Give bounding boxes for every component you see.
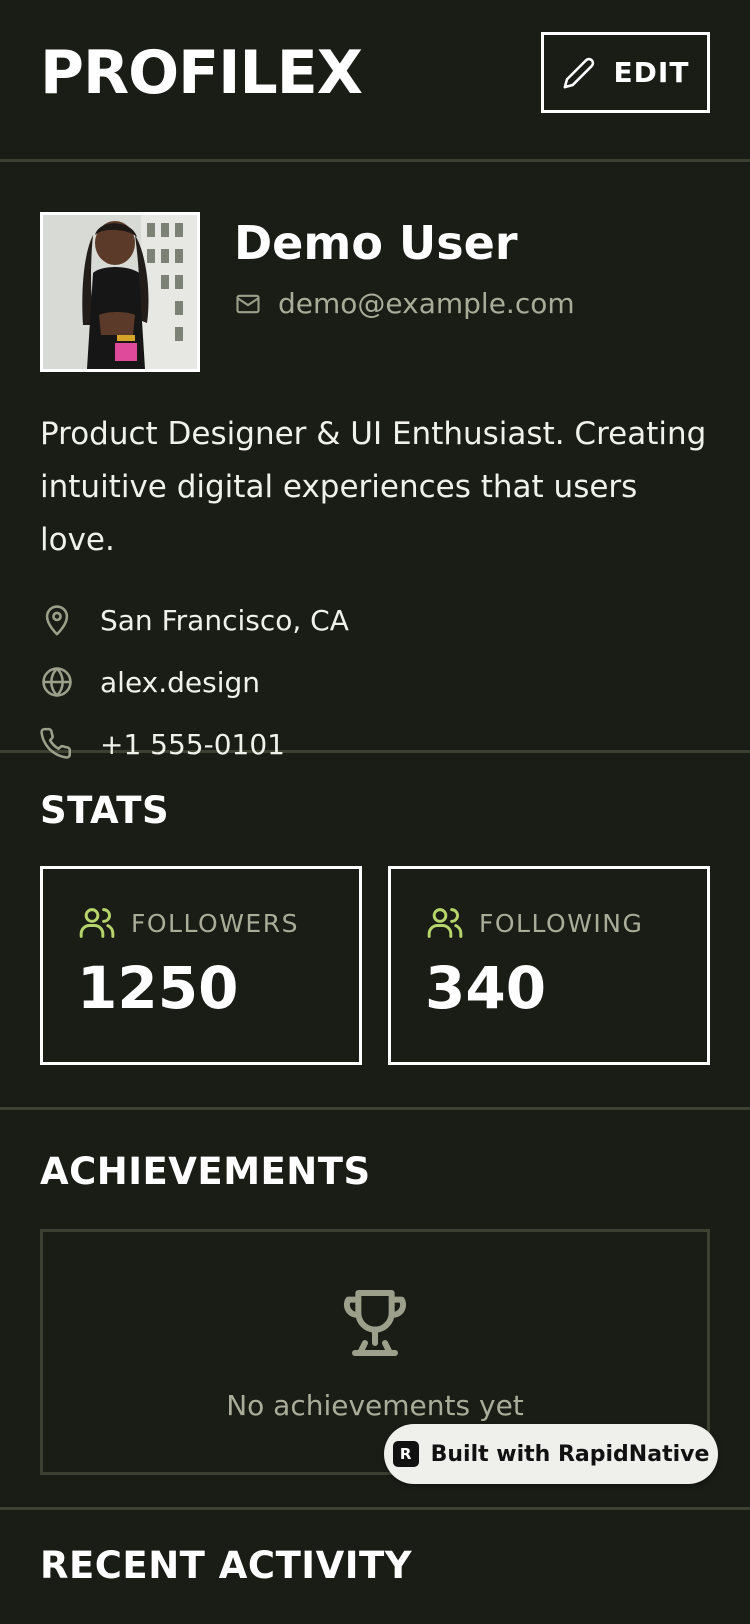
map-pin-icon: [45, 605, 69, 636]
edit-button-label: EDIT: [613, 56, 690, 89]
stats-title: STATS: [40, 789, 170, 832]
avatar-photo: [43, 215, 197, 369]
pencil-icon: [563, 57, 594, 88]
users-icon: [427, 908, 463, 938]
built-with-badge[interactable]: R Built with RapidNative: [384, 1424, 718, 1484]
stat-cards: FOLLOWERS 1250 FOLLOWING 340: [40, 866, 710, 1065]
following-card[interactable]: FOLLOWING 340: [388, 866, 710, 1065]
stats-section: STATS FOLLOWERS 1250 FOLLOWING 340: [0, 753, 750, 1110]
app-header: PROFILEX EDIT: [0, 0, 750, 162]
recent-activity-title: RECENT ACTIVITY: [40, 1544, 413, 1587]
identity: Demo User demo@example.com: [234, 212, 575, 372]
recent-activity-section: RECENT ACTIVITY: [0, 1510, 750, 1587]
email-row: demo@example.com: [234, 287, 575, 320]
profile-identity-block: Demo User demo@example.com: [40, 212, 710, 372]
users-icon: [79, 908, 115, 938]
following-label: FOLLOWING: [479, 908, 644, 938]
contact-website[interactable]: alex.design: [40, 651, 710, 713]
user-bio: Product Designer & UI Enthusiast. Creati…: [40, 416, 707, 558]
website-link[interactable]: alex.design: [100, 666, 260, 699]
followers-count: 1250: [77, 954, 239, 1022]
contact-list: San Francisco, CA alex.design +1 555-010…: [40, 589, 710, 775]
mail-icon: [236, 294, 260, 313]
achievements-title: ACHIEVEMENTS: [40, 1150, 371, 1193]
phone-icon: [40, 727, 72, 759]
built-with-text: Built with RapidNative: [430, 1441, 710, 1467]
contact-location: San Francisco, CA: [40, 589, 710, 651]
achievements-empty-text: No achievements yet: [226, 1388, 524, 1422]
rapidnative-logo-icon: R: [392, 1441, 419, 1467]
followers-label: FOLLOWERS: [131, 908, 299, 938]
edit-button[interactable]: EDIT: [541, 32, 710, 113]
user-name: Demo User: [234, 216, 518, 270]
user-email: demo@example.com: [278, 287, 575, 321]
trophy-icon: [343, 1289, 407, 1356]
following-count: 340: [425, 954, 547, 1022]
globe-icon: [42, 667, 72, 697]
followers-head: FOLLOWERS: [77, 903, 325, 943]
following-head: FOLLOWING: [425, 903, 673, 943]
app-title: PROFILEX: [40, 37, 363, 108]
profile-section: Demo User demo@example.com Product Desig…: [0, 162, 750, 761]
phone-text[interactable]: +1 555-0101: [100, 728, 285, 761]
avatar: [40, 212, 200, 372]
location-text: San Francisco, CA: [100, 603, 349, 637]
profile-screen: PROFILEX EDIT Demo User demo@example.com…: [0, 0, 750, 1624]
followers-card[interactable]: FOLLOWERS 1250: [40, 866, 362, 1065]
